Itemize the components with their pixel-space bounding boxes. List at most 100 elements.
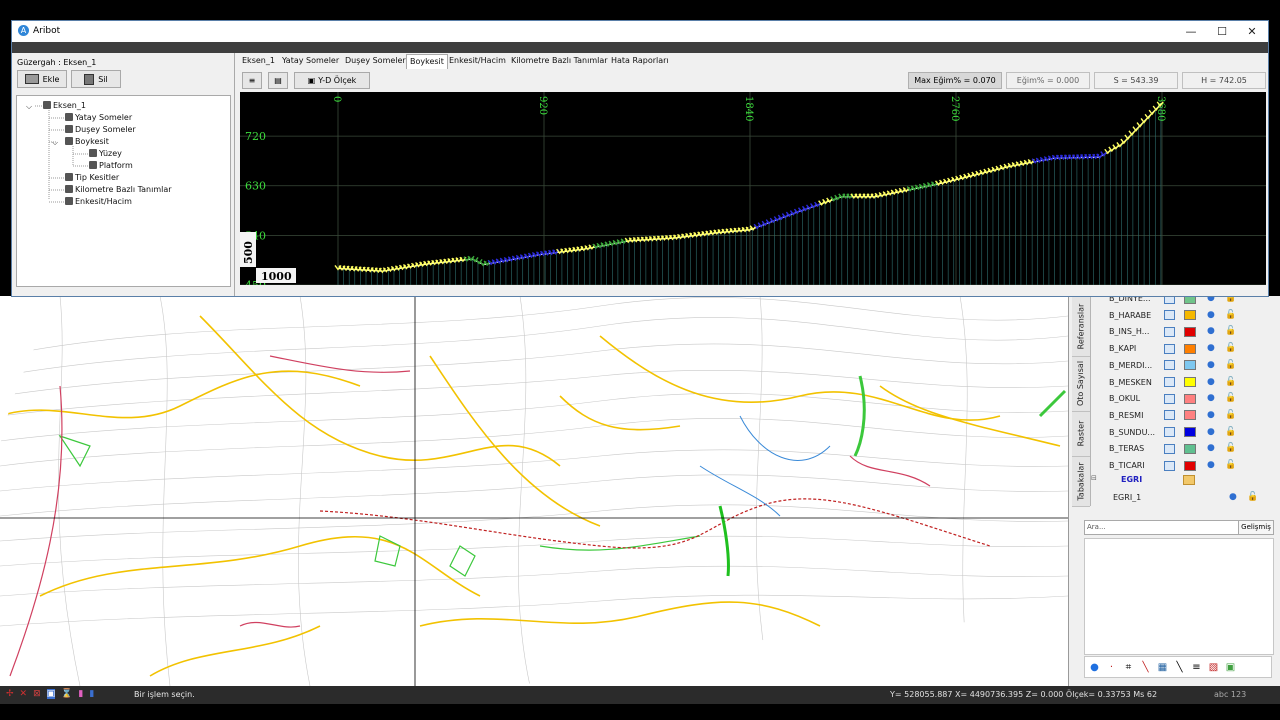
lock-icon[interactable]: 🔓 <box>1225 444 1236 453</box>
cancel-icon[interactable]: ✕ <box>20 689 28 699</box>
tab-dusey[interactable]: Duşey Someler <box>342 54 409 68</box>
search-input[interactable]: Ara... <box>1084 520 1240 535</box>
visibility-icon[interactable] <box>1164 393 1175 404</box>
tab-raster[interactable]: Raster <box>1072 411 1090 457</box>
grid-icon[interactable]: ▦ <box>1157 662 1168 673</box>
point-icon[interactable]: ● <box>1089 662 1100 673</box>
tab-tabakalar[interactable]: Tabakalar <box>1072 456 1090 507</box>
code-icon[interactable]: ⌗ <box>1123 662 1134 673</box>
close-button[interactable]: ✕ <box>1237 24 1267 40</box>
layer-row[interactable]: B_TERAS ● 🔓 <box>1109 440 1280 457</box>
color-drop-icon[interactable]: ● <box>1207 461 1215 470</box>
layer-color-swatch[interactable] <box>1184 310 1196 321</box>
layer-row[interactable]: B_MERDI... ● 🔓 <box>1109 357 1280 374</box>
export-button[interactable]: ▤ <box>268 72 288 89</box>
tab-boykesit[interactable]: Boykesit <box>406 54 448 69</box>
layer-icon[interactable]: ▣ <box>46 689 56 699</box>
color-drop-icon[interactable]: ● <box>1207 327 1215 336</box>
tree-node-yuzey[interactable]: Yüzey <box>89 149 122 158</box>
layer-row[interactable]: B_INS_H... ● 🔓 <box>1109 323 1280 340</box>
tab-oto-sayisal[interactable]: Oto Sayısal <box>1072 356 1090 412</box>
tree-node-yatay[interactable]: Yatay Someler <box>65 113 132 122</box>
layer-color-swatch[interactable] <box>1184 410 1196 421</box>
layer-row[interactable]: B_SUNDU... ● 🔓 <box>1109 424 1280 441</box>
layer-color-swatch[interactable] <box>1184 427 1196 438</box>
layer-row[interactable]: B_KAPI ● 🔓 <box>1109 340 1280 357</box>
add-button[interactable]: Ekle <box>17 70 67 88</box>
color-drop-icon[interactable]: ● <box>1229 493 1237 502</box>
layer-color-swatch[interactable] <box>1184 393 1196 404</box>
line-icon[interactable]: ╲ <box>1140 662 1151 673</box>
lock-icon[interactable]: 🔓 <box>1225 427 1236 437</box>
visibility-icon[interactable] <box>1164 460 1175 471</box>
layer-row[interactable]: B_HARABE ● 🔓 <box>1109 307 1280 324</box>
lock-icon[interactable]: 🔓 <box>1225 461 1236 470</box>
lock-icon[interactable]: 🔓 <box>1225 377 1236 387</box>
map-canvas[interactable] <box>0 296 1068 686</box>
list-icon[interactable]: ≡ <box>1191 662 1202 673</box>
save-icon[interactable]: ▮ <box>89 689 94 699</box>
visibility-icon[interactable] <box>1164 443 1175 454</box>
layer-color-swatch[interactable] <box>1184 460 1196 471</box>
tab-hata[interactable]: Hata Raporları <box>608 54 672 68</box>
tree-node-kilometre[interactable]: Kilometre Bazlı Tanımlar <box>65 185 172 194</box>
visibility-icon[interactable] <box>1164 410 1175 421</box>
hourglass-icon[interactable]: ⌛ <box>61 689 72 699</box>
layer-color-swatch[interactable] <box>1184 343 1196 354</box>
lock-icon[interactable]: 🔓 <box>1225 360 1236 370</box>
color-drop-icon[interactable]: ● <box>1207 377 1215 387</box>
visibility-icon[interactable] <box>1164 343 1175 354</box>
visibility-icon[interactable] <box>1164 377 1175 387</box>
image-icon[interactable]: ▣ <box>1225 662 1236 673</box>
layer-group-egri[interactable]: EGRI <box>1121 475 1142 484</box>
visibility-icon[interactable] <box>1164 326 1175 337</box>
profile-chart[interactable]: 72063054045009201840276036805001000 <box>240 92 1266 285</box>
tab-enkesit[interactable]: Enkesit/Hacim <box>446 54 509 68</box>
delete-button[interactable]: Sil <box>71 70 121 88</box>
draw-line-icon[interactable]: ╲ <box>1174 662 1185 673</box>
lock-icon[interactable]: 🔓 <box>1225 394 1236 403</box>
tree-node-enkesit[interactable]: Enkesit/Hacim <box>65 197 132 206</box>
tree-node-tip-kesitler[interactable]: Tip Kesitler <box>65 173 119 182</box>
layer-color-swatch[interactable] <box>1184 377 1196 387</box>
tab-eksen[interactable]: Eksen_1 <box>239 54 278 68</box>
layer-row[interactable]: B_TICARI ● 🔓 <box>1109 457 1280 474</box>
layer-row[interactable]: B_MESKEN ● 🔓 <box>1109 374 1280 391</box>
tree-node-boykesit[interactable]: Boykesit <box>65 137 109 146</box>
erase-icon[interactable]: ▧ <box>1208 662 1219 673</box>
tab-yatay[interactable]: Yatay Someler <box>279 54 342 68</box>
snap-icon[interactable]: ✢ <box>6 689 14 699</box>
layer-row-egri-1[interactable]: EGRI_1 ● 🔓 <box>1109 489 1280 506</box>
layer-color-swatch[interactable] <box>1184 360 1196 371</box>
visibility-icon[interactable] <box>1164 360 1175 371</box>
color-drop-icon[interactable]: ● <box>1207 410 1215 420</box>
maximize-button[interactable]: ☐ <box>1207 24 1237 40</box>
tree-node-dusey[interactable]: Duşey Someler <box>65 125 136 134</box>
yd-scale-button[interactable]: ▣ Y-D Ölçek <box>294 72 370 89</box>
color-drop-icon[interactable]: ● <box>1207 344 1215 353</box>
tab-referanslar[interactable]: Referanslar <box>1072 296 1090 357</box>
color-drop-icon[interactable]: ● <box>1207 444 1215 453</box>
color-drop-icon[interactable]: ● <box>1207 310 1215 320</box>
layer-color-swatch[interactable] <box>1184 443 1196 454</box>
layer-row[interactable]: B_RESMI ● 🔓 <box>1109 407 1280 424</box>
tab-kilometre[interactable]: Kilometre Bazlı Tanımlar <box>508 54 611 68</box>
lock-icon[interactable]: 🔓 <box>1225 310 1236 320</box>
color-drop-icon[interactable]: ● <box>1207 360 1215 370</box>
advanced-button[interactable]: Gelişmiş <box>1238 520 1274 535</box>
visibility-icon[interactable] <box>1164 427 1175 438</box>
layer-color-swatch[interactable] <box>1184 326 1196 337</box>
menu-button[interactable]: ≡ <box>242 72 262 89</box>
color-drop-icon[interactable]: ● <box>1207 427 1215 437</box>
close-icon[interactable]: ⊠ <box>33 689 41 699</box>
tree-node-eksen[interactable]: Eksen_1 <box>43 101 86 110</box>
layer-row[interactable]: B_OKUL ● 🔓 <box>1109 390 1280 407</box>
lock-icon[interactable]: 🔓 <box>1247 493 1258 502</box>
collapse-toggle[interactable]: ⊟ <box>1091 474 1099 482</box>
lock-icon[interactable]: 🔓 <box>1225 410 1236 420</box>
visibility-icon[interactable] <box>1164 310 1175 321</box>
marker-icon[interactable]: ▮ <box>78 689 83 699</box>
lock-icon[interactable]: 🔓 <box>1225 344 1236 353</box>
tree-node-platform[interactable]: Platform <box>89 161 133 170</box>
minimize-button[interactable]: — <box>1176 24 1206 40</box>
